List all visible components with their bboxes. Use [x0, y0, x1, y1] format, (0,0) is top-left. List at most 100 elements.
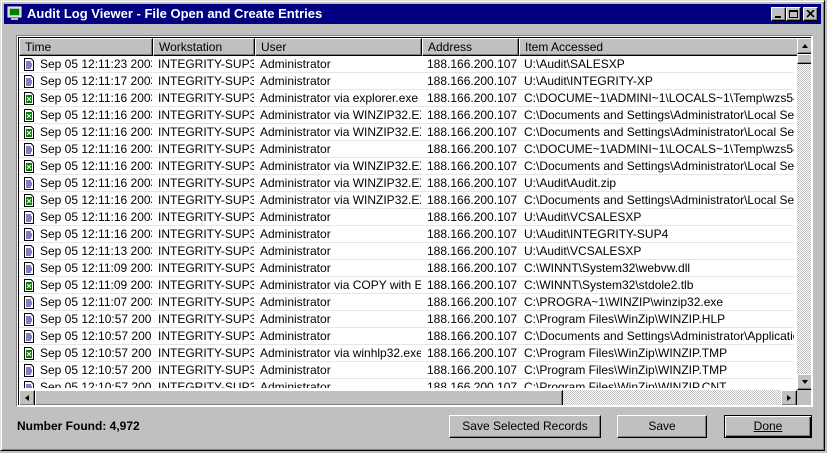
cell-time: Sep 05 12:11:16 2003	[40, 210, 152, 224]
save-selected-records-button[interactable]: Save Selected Records	[449, 415, 601, 438]
doc-icon	[23, 211, 35, 224]
cell-user: Administrator	[260, 57, 331, 71]
cell-user: Administrator	[260, 295, 331, 309]
column-header-workstation[interactable]: Workstation	[153, 38, 255, 56]
cell-workstation: INTEGRITY-SUP3	[158, 108, 254, 122]
table-row[interactable]: Sep 05 12:11:13 2003 INTEGRITY-SUP3 Admini…	[19, 243, 794, 260]
cell-address: 188.166.200.107	[427, 176, 518, 190]
cell-user: Administrator via explorer.exe	[260, 91, 419, 105]
cell-address: 188.166.200.107	[427, 142, 518, 156]
cell-user: Administrator	[260, 329, 331, 343]
cell-item: U:\Audit\INTEGRITY-SUP4	[524, 227, 669, 241]
done-button[interactable]: Done	[724, 415, 812, 438]
table-row[interactable]: Sep 05 12:11:09 2003 INTEGRITY-SUP3 Admini…	[19, 260, 794, 277]
table-row[interactable]: Sep 05 12:11:16 2003 INTEGRITY-SUP3 Admini…	[19, 107, 794, 124]
cell-user: Administrator	[260, 227, 331, 241]
cell-item: C:\Documents and Settings\Administrator\…	[524, 193, 794, 207]
cell-user: Administrator via COPY with EXPL	[260, 278, 421, 292]
column-header-address[interactable]: Address	[422, 38, 519, 56]
cell-time: Sep 05 12:11:13 2003	[40, 244, 152, 258]
close-button[interactable]	[803, 7, 818, 21]
list-rows: Sep 05 12:11:23 2003 INTEGRITY-SUP3 Admini…	[19, 56, 794, 388]
save-button[interactable]: Save	[617, 415, 707, 438]
scroll-down-button[interactable]	[797, 374, 811, 390]
scroll-left-button[interactable]	[19, 390, 35, 405]
arrow-down-icon	[802, 380, 808, 384]
cell-workstation: INTEGRITY-SUP3	[158, 142, 254, 156]
audit-log-list[interactable]: Time Workstation User Address Item Acces…	[16, 35, 813, 407]
number-found-value: 4,972	[109, 419, 140, 433]
scroll-up-button[interactable]	[797, 38, 811, 54]
table-row[interactable]: Sep 05 12:11:16 2003 INTEGRITY-SUP3 Admini…	[19, 124, 794, 141]
cell-workstation: INTEGRITY-SUP3	[158, 176, 254, 190]
cell-workstation: INTEGRITY-SUP3	[158, 193, 254, 207]
cell-workstation: INTEGRITY-SUP3	[158, 244, 254, 258]
cell-time: Sep 05 12:10:57 2003	[40, 312, 152, 326]
table-row[interactable]: Sep 05 12:11:16 2003 INTEGRITY-SUP3 Admini…	[19, 175, 794, 192]
table-row[interactable]: Sep 05 12:11:16 2003 INTEGRITY-SUP3 Admini…	[19, 90, 794, 107]
table-row[interactable]: Sep 05 12:10:57 2003 INTEGRITY-SUP3 Admini…	[19, 345, 794, 362]
cell-workstation: INTEGRITY-SUP3	[158, 210, 254, 224]
table-row[interactable]: Sep 05 12:11:16 2003 INTEGRITY-SUP3 Admini…	[19, 141, 794, 158]
cell-address: 188.166.200.107	[427, 363, 518, 377]
table-row[interactable]: Sep 05 12:11:16 2003 INTEGRITY-SUP3 Admini…	[19, 158, 794, 175]
table-row[interactable]: Sep 05 12:11:09 2003 INTEGRITY-SUP3 Admini…	[19, 277, 794, 294]
cell-address: 188.166.200.107	[427, 125, 518, 139]
table-row[interactable]: Sep 05 12:10:57 2003 INTEGRITY-SUP3 Admini…	[19, 328, 794, 345]
doc-new-icon	[23, 279, 35, 292]
maximize-button[interactable]	[786, 7, 801, 21]
cell-item: C:\PROGRA~1\WINZIP\winzip32.exe	[524, 295, 724, 309]
column-header: Time Workstation User Address Item Acces…	[19, 38, 809, 56]
cell-user: Administrator via WINZIP32.EXE	[260, 159, 421, 173]
doc-icon	[23, 245, 35, 258]
minimize-button[interactable]	[771, 7, 786, 21]
table-row[interactable]: Sep 05 12:10:57 2003 INTEGRITY-SUP3 Admini…	[19, 362, 794, 379]
column-header-item-accessed[interactable]: Item Accessed	[519, 38, 809, 56]
title-bar[interactable]: Audit Log Viewer - File Open and Create …	[4, 4, 821, 24]
cell-time: Sep 05 12:11:07 2003	[40, 295, 152, 309]
vertical-scroll-thumb[interactable]	[797, 54, 811, 64]
column-header-user[interactable]: User	[255, 38, 422, 56]
table-row[interactable]: Sep 05 12:10:57 2003 INTEGRITY-SUP3 Admini…	[19, 311, 794, 328]
cell-workstation: INTEGRITY-SUP3	[158, 261, 254, 275]
number-found: Number Found: 4,972	[17, 419, 140, 433]
horizontal-scrollbar[interactable]	[19, 390, 797, 405]
table-row[interactable]: Sep 05 12:10:57 2003 INTEGRITY-SUP3 Admini…	[19, 379, 794, 388]
cell-user: Administrator	[260, 244, 331, 258]
cell-time: Sep 05 12:11:17 2003	[40, 74, 152, 88]
cell-item: U:\Audit\VCSALESXP	[524, 244, 642, 258]
vertical-scrollbar[interactable]	[797, 38, 811, 390]
cell-workstation: INTEGRITY-SUP3	[158, 57, 254, 71]
cell-address: 188.166.200.107	[427, 329, 518, 343]
cell-workstation: INTEGRITY-SUP3	[158, 295, 254, 309]
cell-time: Sep 05 12:11:09 2003	[40, 261, 152, 275]
table-row[interactable]: Sep 05 12:11:16 2003 INTEGRITY-SUP3 Admini…	[19, 209, 794, 226]
cell-user: Administrator	[260, 261, 331, 275]
scrollbar-corner	[797, 390, 811, 405]
table-row[interactable]: Sep 05 12:11:16 2003 INTEGRITY-SUP3 Admini…	[19, 226, 794, 243]
cell-item: C:\Documents and Settings\Administrator\…	[524, 125, 794, 139]
table-row[interactable]: Sep 05 12:11:17 2003 INTEGRITY-SUP3 Admini…	[19, 73, 794, 90]
arrow-up-icon	[802, 44, 808, 48]
table-row[interactable]: Sep 05 12:11:16 2003 INTEGRITY-SUP3 Admini…	[19, 192, 794, 209]
cell-item: U:\Audit\Audit.zip	[524, 176, 617, 190]
cell-address: 188.166.200.107	[427, 278, 518, 292]
cell-user: Administrator via WINZIP32.EXE	[260, 193, 421, 207]
cell-address: 188.166.200.107	[427, 108, 518, 122]
doc-icon	[23, 58, 35, 71]
scroll-right-button[interactable]	[781, 390, 797, 405]
cell-address: 188.166.200.107	[427, 312, 518, 326]
cell-item: C:\Program Files\WinZip\WINZIP.TMP	[524, 346, 728, 360]
column-header-time[interactable]: Time	[19, 38, 153, 56]
doc-icon	[23, 364, 35, 377]
cell-address: 188.166.200.107	[427, 295, 518, 309]
cell-address: 188.166.200.107	[427, 261, 518, 275]
arrow-right-icon	[787, 395, 791, 401]
cell-user: Administrator via WINZIP32.EXE	[260, 176, 421, 190]
cell-address: 188.166.200.107	[427, 227, 518, 241]
cell-item: C:\Program Files\WinZip\WINZIP.CNT	[524, 380, 727, 388]
table-row[interactable]: Sep 05 12:11:23 2003 INTEGRITY-SUP3 Admini…	[19, 56, 794, 73]
doc-icon	[23, 296, 35, 309]
table-row[interactable]: Sep 05 12:11:07 2003 INTEGRITY-SUP3 Admini…	[19, 294, 794, 311]
horizontal-scroll-thumb[interactable]	[35, 390, 563, 405]
